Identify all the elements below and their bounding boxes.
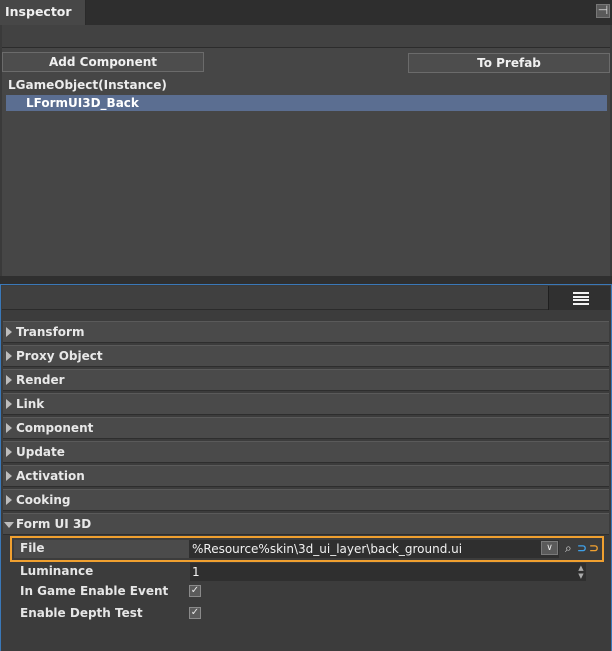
section-label: Component [16, 421, 94, 435]
inspector-titlebar: Inspector ⊣ [0, 0, 612, 25]
properties-toolbar [2, 286, 610, 310]
pin-icon[interactable]: ⊣ [596, 4, 610, 18]
enable-depth-test-label: Enable Depth Test [20, 606, 143, 620]
expand-arrow-icon [6, 399, 12, 409]
file-label: File [20, 541, 45, 555]
window-title: Inspector [5, 4, 72, 19]
section-update[interactable]: Update [3, 441, 609, 463]
expand-arrow-icon [6, 327, 12, 337]
section-form-ui-3d[interactable]: Form UI 3D [3, 513, 609, 535]
reset-icon[interactable]: ⊃ [589, 541, 599, 555]
chevron-down-icon[interactable]: ∨ [541, 541, 558, 555]
section-label: Proxy Object [16, 349, 103, 363]
object-panel: Add Component To Prefab LGameObject(Inst… [2, 48, 610, 276]
file-label-cell: File [14, 540, 189, 558]
in-game-enable-event-label: In Game Enable Event [20, 584, 169, 598]
section-label: Link [16, 397, 45, 411]
luminance-row: Luminance [14, 563, 184, 581]
section-label: Activation [16, 469, 85, 483]
luminance-label: Luminance [20, 564, 94, 578]
to-prefab-button[interactable]: To Prefab [408, 53, 610, 73]
section-cooking[interactable]: Cooking [3, 489, 609, 511]
search-icon[interactable]: ⌕ [565, 541, 572, 555]
add-component-button[interactable]: Add Component [2, 52, 204, 72]
section-label: Form UI 3D [16, 517, 92, 531]
section-label: Update [16, 445, 65, 459]
file-property-row: File %Resource%skin\3d_ui_layer\back_gro… [10, 536, 604, 562]
section-activation[interactable]: Activation [3, 465, 609, 487]
section-label: Render [16, 373, 65, 387]
enable-depth-test-checkbox[interactable]: ✓ [189, 607, 201, 619]
expand-arrow-icon [6, 495, 12, 505]
section-proxy-object[interactable]: Proxy Object [3, 345, 609, 367]
luminance-input[interactable]: 1 [190, 563, 586, 581]
section-component[interactable]: Component [3, 417, 609, 439]
expand-arrow-icon [6, 375, 12, 385]
section-label: Cooking [16, 493, 71, 507]
expand-arrow-icon [6, 471, 12, 481]
expand-arrow-icon [6, 423, 12, 433]
tree-child-item[interactable]: LFormUI3D_Back [26, 95, 139, 111]
section-label: Transform [16, 325, 85, 339]
enable-depth-test-row: Enable Depth Test [14, 605, 184, 623]
section-transform[interactable]: Transform [3, 321, 609, 343]
menu-icon[interactable] [548, 286, 610, 310]
inspector-toolbar [2, 25, 610, 48]
file-path-field[interactable]: %Resource%skin\3d_ui_layer\back_ground.u… [189, 540, 559, 558]
tree-root-item[interactable]: LGameObject(Instance) [8, 78, 167, 92]
locate-icon[interactable]: ⊃ [577, 541, 587, 555]
section-render[interactable]: Render [3, 369, 609, 391]
collapse-arrow-icon [4, 522, 14, 528]
in-game-enable-event-checkbox[interactable]: ✓ [189, 585, 201, 597]
expand-arrow-icon [6, 351, 12, 361]
in-game-enable-event-row: In Game Enable Event [14, 583, 184, 601]
inspector-tab[interactable]: Inspector [0, 0, 86, 25]
expand-arrow-icon [6, 447, 12, 457]
section-link[interactable]: Link [3, 393, 609, 415]
panel-splitter[interactable] [0, 276, 612, 284]
spinner-arrows-icon[interactable]: ▲ ▼ [576, 564, 586, 580]
